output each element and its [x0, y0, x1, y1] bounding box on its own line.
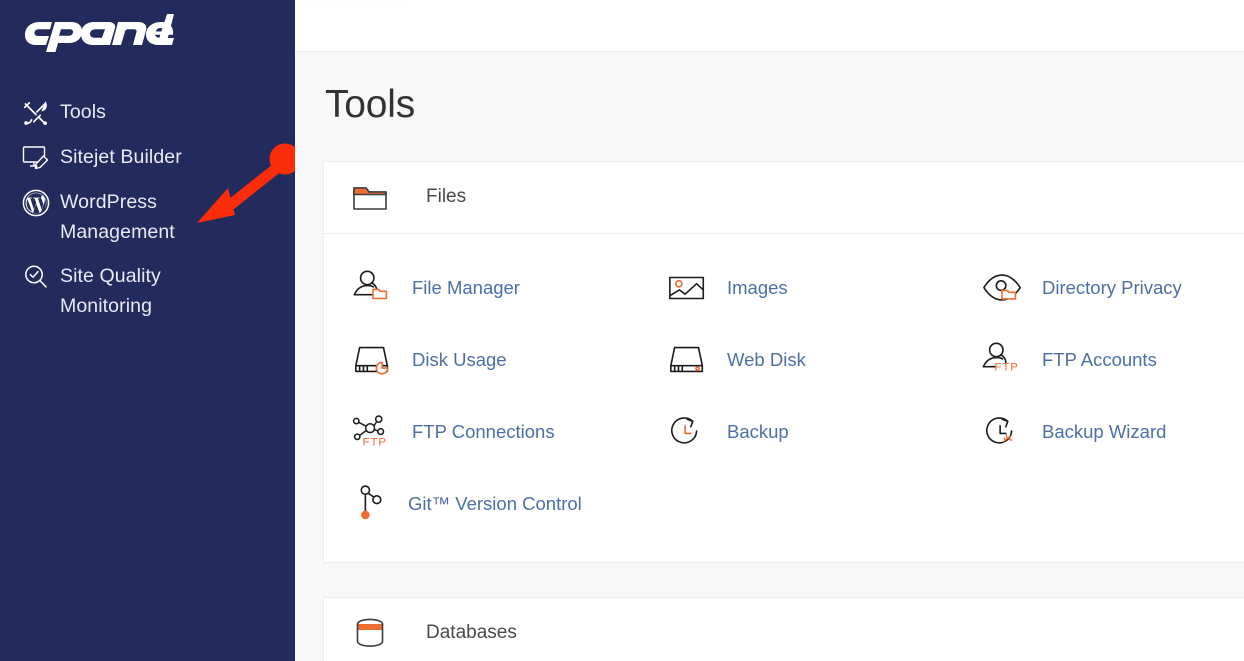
sidebar-item-label: Sitejet Builder	[60, 146, 182, 168]
tool-backup[interactable]: Backup	[639, 396, 954, 468]
sidebar-item-tools[interactable]: Tools	[0, 90, 295, 135]
sidebar-item-wordpress-management[interactable]: WordPress Management	[0, 180, 295, 254]
tool-label: Backup	[727, 420, 789, 442]
backup-wizard-icon	[982, 410, 1024, 454]
tool-ftp-accounts[interactable]: FTP FTP Accounts	[954, 324, 1244, 396]
ftp-accounts-icon: FTP	[982, 338, 1024, 382]
section-files-body: File Manager Images Directory Privacy Di…	[324, 234, 1244, 562]
tool-disk-usage[interactable]: Disk Usage	[324, 324, 639, 396]
sidebar-nav: Tools Sitejet Builder WordPress Manageme…	[0, 90, 295, 328]
tool-file-manager[interactable]: File Manager	[324, 252, 639, 324]
tool-git-version-control[interactable]: Git™ Version Control	[324, 468, 639, 540]
images-icon	[667, 266, 709, 310]
disk-usage-icon	[352, 338, 394, 382]
backup-icon	[667, 410, 709, 454]
tool-web-disk[interactable]: Web Disk	[639, 324, 954, 396]
content-scroll-area[interactable]: Tools Files File Manager Images Director…	[295, 52, 1244, 661]
wordpress-icon	[22, 188, 60, 218]
file-manager-icon	[352, 266, 394, 310]
tool-label: File Manager	[412, 276, 520, 298]
section-title: Databases	[426, 622, 517, 644]
sidebar-item-label: WordPress Management	[60, 191, 175, 243]
tool-label: Git™ Version Control	[408, 492, 582, 514]
sidebar-item-label: Tools	[60, 101, 107, 123]
tool-label: Backup Wizard	[1042, 420, 1167, 442]
main-content: cPanel Account Tools Files File Manager …	[295, 0, 1244, 661]
tool-label: Images	[727, 276, 788, 298]
tool-ftp-connections[interactable]: FTP FTP Connections	[324, 396, 639, 468]
sidebar: Tools Sitejet Builder WordPress Manageme…	[0, 0, 295, 661]
tool-label: FTP Accounts	[1042, 348, 1157, 370]
cpanel-logo[interactable]	[0, 0, 295, 62]
topbar-ghost-text: cPanel Account	[304, 0, 411, 11]
cpanel-logo-icon	[25, 14, 174, 52]
page-title: Tools	[325, 83, 416, 126]
svg-text:FTP: FTP	[363, 436, 387, 448]
tool-label: Disk Usage	[412, 348, 507, 370]
web-disk-icon	[667, 338, 709, 382]
database-icon	[352, 616, 394, 650]
cpanel-app: Tools Sitejet Builder WordPress Manageme…	[0, 0, 1244, 661]
sidebar-item-label: Site Quality Monitoring	[60, 265, 161, 317]
tool-label: Web Disk	[727, 348, 806, 370]
directory-privacy-icon	[982, 266, 1024, 310]
section-files-header: Files	[324, 162, 1244, 234]
folder-icon	[352, 182, 394, 212]
tool-directory-privacy[interactable]: Directory Privacy	[954, 252, 1244, 324]
tool-images[interactable]: Images	[639, 252, 954, 324]
section-databases-header: Databases	[324, 598, 1244, 661]
topbar: cPanel Account	[295, 0, 1244, 52]
tools-grid: File Manager Images Directory Privacy Di…	[324, 252, 1244, 540]
tool-label: FTP Connections	[412, 420, 555, 442]
section-databases: Databases	[323, 596, 1244, 661]
sidebar-item-site-quality-monitoring[interactable]: Site Quality Monitoring	[0, 254, 295, 328]
sidebar-item-sitejet-builder[interactable]: Sitejet Builder	[0, 135, 295, 180]
tool-backup-wizard[interactable]: Backup Wizard	[954, 396, 1244, 468]
git-icon	[352, 482, 394, 526]
tool-label: Directory Privacy	[1042, 276, 1182, 298]
tools-icon	[22, 98, 60, 128]
sitejet-monitor-icon	[22, 143, 60, 173]
section-title: Files	[426, 186, 467, 208]
section-files: Files File Manager Images Directory Priv…	[323, 160, 1244, 563]
ftp-connections-icon: FTP	[352, 410, 394, 454]
magnifier-check-icon	[22, 262, 60, 292]
svg-text:FTP: FTP	[994, 361, 1018, 373]
